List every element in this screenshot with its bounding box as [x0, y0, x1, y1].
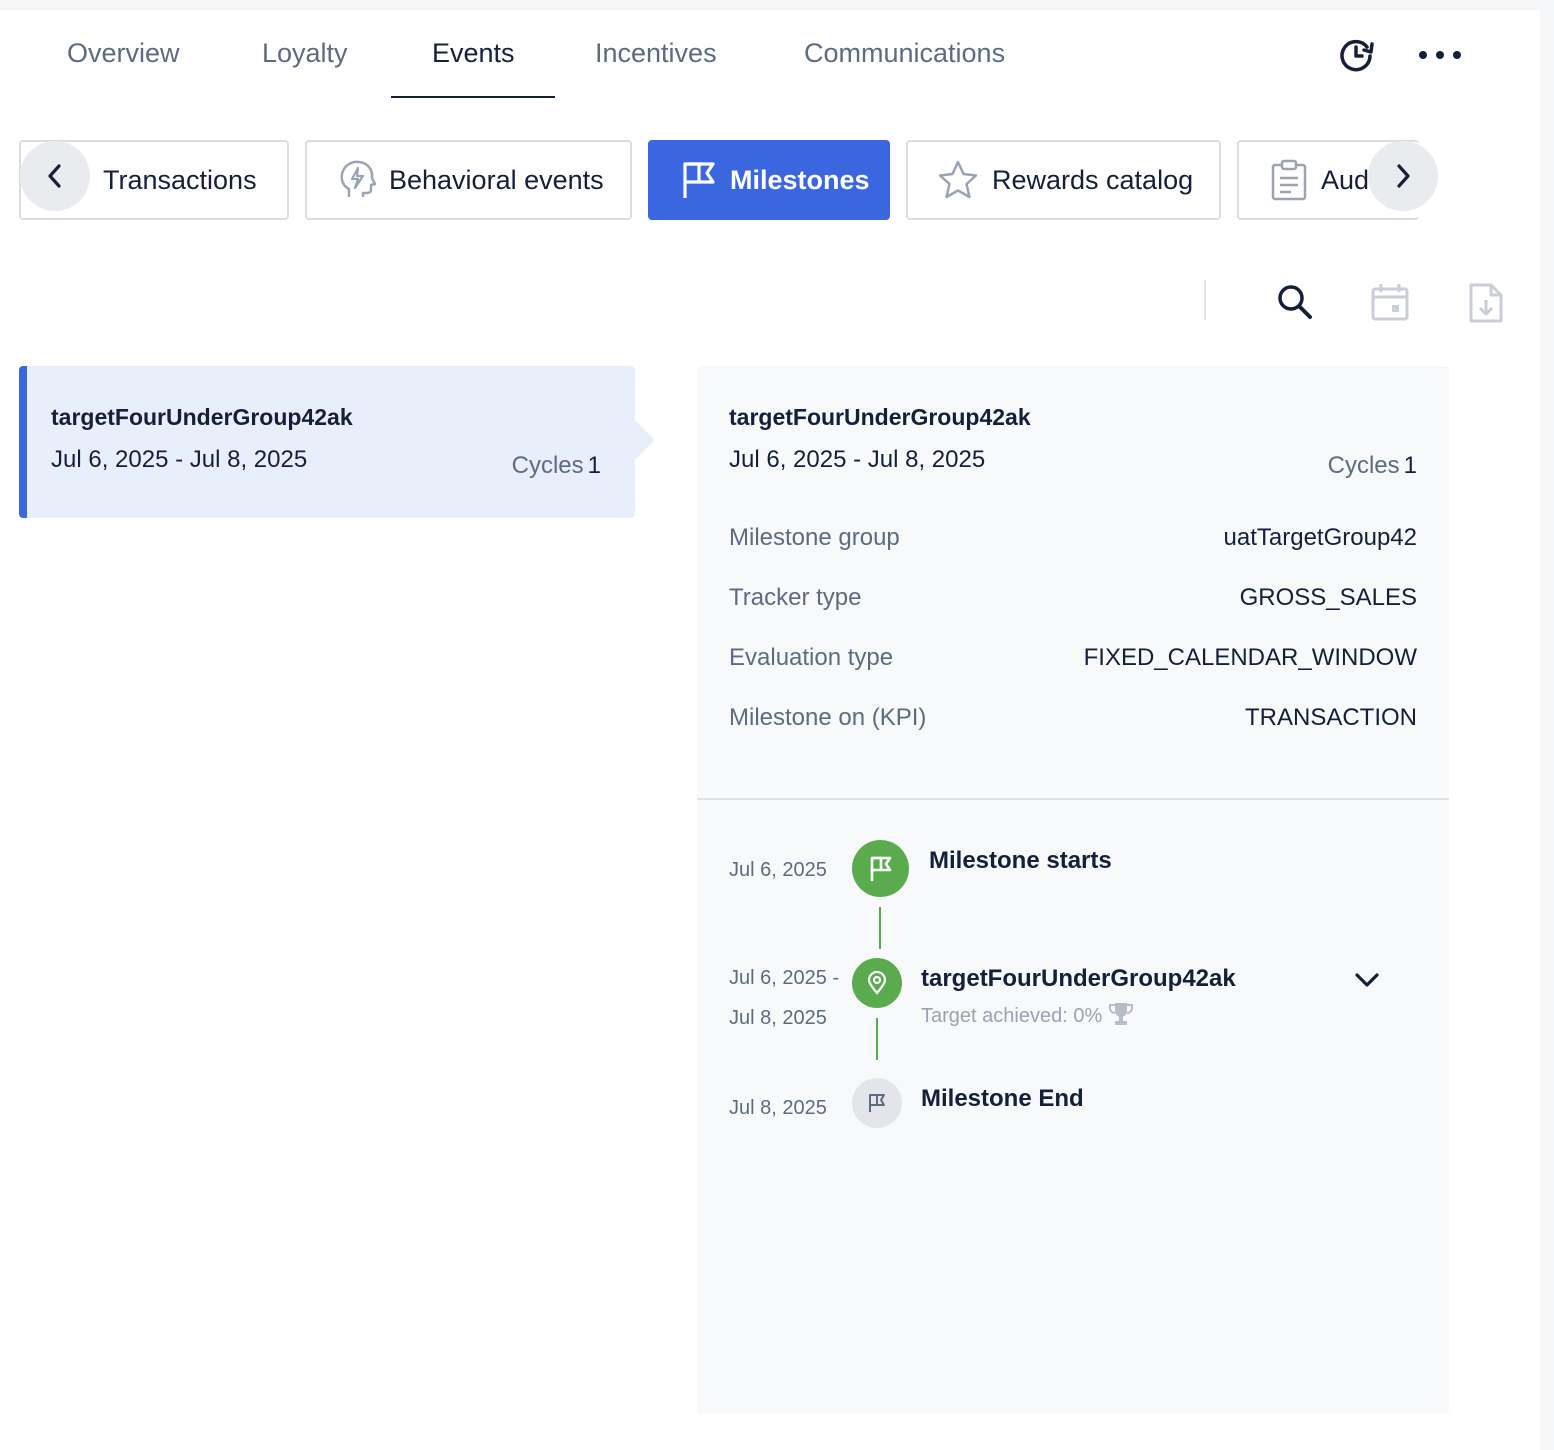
expand-chevron-icon[interactable]	[1353, 970, 1381, 995]
subtab-milestones[interactable]: Milestones	[648, 140, 890, 220]
timeline-start-title: Milestone starts	[929, 847, 1112, 874]
timeline-end-node	[852, 1078, 902, 1128]
flag-icon	[680, 160, 718, 200]
more-options-icon[interactable]	[1418, 48, 1462, 66]
milestone-kpi-label: Milestone on (KPI)	[729, 704, 927, 731]
history-icon[interactable]	[1336, 36, 1378, 79]
milestone-detail-panel: targetFourUnderGroup42ak Jul 6, 2025 - J…	[697, 366, 1449, 1414]
evaluation-type-value: FIXED_CALENDAR_WINDOW	[1083, 644, 1417, 671]
list-item-cycles: Cycles 1	[512, 452, 601, 480]
list-item-cycles-value: 1	[587, 452, 601, 479]
subtab-rewards-catalog-label: Rewards catalog	[992, 164, 1194, 195]
timeline-start-node	[852, 840, 909, 897]
flag-icon	[869, 1094, 885, 1112]
timeline-connector	[879, 907, 881, 949]
detail-divider	[697, 798, 1449, 800]
search-icon[interactable]	[1275, 282, 1315, 327]
page: Overview Loyalty Events Incentives Commu…	[0, 10, 1540, 1450]
subtab-behavioral-events[interactable]: Behavioral events	[305, 140, 632, 220]
timeline-end-title: Milestone End	[921, 1085, 1084, 1112]
chevron-right-icon	[1397, 164, 1410, 188]
subtab-rewards-catalog[interactable]: Rewards catalog	[906, 140, 1221, 220]
detail-cycles-value: 1	[1403, 452, 1417, 479]
selection-pointer	[635, 420, 655, 460]
detail-cycles: Cycles 1	[1328, 452, 1417, 480]
tracker-type-label: Tracker type	[729, 584, 862, 611]
star-icon	[936, 159, 980, 201]
active-tab-indicator	[391, 96, 555, 98]
subtab-audit-label: Aud	[1321, 164, 1370, 195]
tab-loyalty[interactable]: Loyalty	[262, 38, 348, 98]
list-item-title: targetFourUnderGroup42ak	[51, 404, 353, 430]
scroll-left-button[interactable]	[20, 141, 90, 211]
milestone-kpi-value: TRANSACTION	[1244, 704, 1417, 731]
toolbar-divider	[1204, 280, 1206, 320]
chevron-left-icon	[48, 164, 61, 188]
trophy-icon	[1107, 1000, 1135, 1033]
head-bolt-icon	[337, 159, 377, 201]
milestone-list-item[interactable]: targetFourUnderGroup42ak Jul 6, 2025 - J…	[19, 366, 655, 518]
flag-icon	[870, 856, 891, 881]
timeline-cycle-date-start: Jul 6, 2025 -	[729, 967, 840, 989]
milestone-group-value: uatTargetGroup42	[1223, 524, 1417, 551]
timeline-cycle-title[interactable]: targetFourUnderGroup42ak	[921, 965, 1236, 993]
timeline-end-date: Jul 8, 2025	[729, 1097, 827, 1119]
timeline-cycle-node	[852, 958, 902, 1008]
location-pin-icon	[867, 971, 887, 995]
tracker-type-value: GROSS_SALES	[1239, 584, 1417, 611]
tab-incentives[interactable]: Incentives	[595, 38, 717, 98]
detail-cycles-label: Cycles	[1327, 452, 1400, 479]
timeline-connector	[876, 1018, 878, 1060]
target-achieved-text: Target achieved: 0%	[921, 1005, 1103, 1027]
list-item-cycles-label: Cycles	[511, 452, 584, 479]
milestone-group-label: Milestone group	[729, 524, 900, 551]
subtab-transactions-label: Transactions	[103, 164, 257, 195]
evaluation-type-label: Evaluation type	[729, 644, 894, 671]
scroll-right-button[interactable]	[1368, 141, 1438, 211]
calendar-icon[interactable]	[1370, 282, 1410, 327]
download-file-icon[interactable]	[1467, 282, 1505, 329]
list-item-date-range: Jul 6, 2025 - Jul 8, 2025	[51, 446, 308, 473]
subtab-behavioral-events-label: Behavioral events	[389, 164, 604, 195]
timeline-cycle-date-end: Jul 8, 2025	[729, 1007, 827, 1029]
tab-events[interactable]: Events	[432, 38, 515, 98]
tab-communications[interactable]: Communications	[804, 38, 1005, 98]
timeline-start-date: Jul 6, 2025	[729, 859, 827, 881]
subtab-milestones-label: Milestones	[730, 164, 870, 195]
tab-overview[interactable]: Overview	[67, 38, 180, 98]
detail-title: targetFourUnderGroup42ak	[729, 404, 1031, 430]
detail-date-range: Jul 6, 2025 - Jul 8, 2025	[729, 446, 986, 473]
clipboard-icon	[1269, 159, 1309, 201]
